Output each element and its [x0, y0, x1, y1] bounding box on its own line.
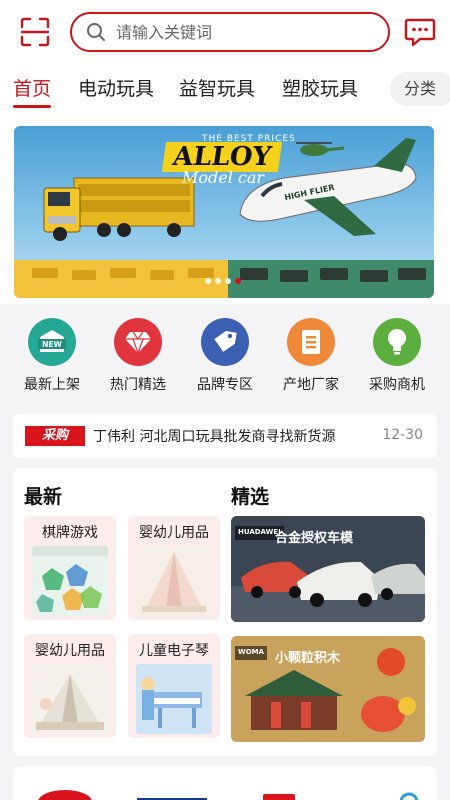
featured-card-alloy-cars[interactable]: HUADAWEI 合金授权车模: [231, 516, 425, 622]
tab-home[interactable]: 首页: [13, 74, 51, 101]
search-bar[interactable]: [70, 12, 390, 52]
tab-educational-toys[interactable]: 益智玩具: [179, 74, 255, 101]
promo-banner[interactable]: THE BEST PRICES ALLOY Model car HIGH FLI…: [14, 126, 434, 298]
entry-latest[interactable]: NEW 最新上架: [14, 318, 90, 394]
card-label: 儿童电子琴: [139, 643, 209, 659]
featured-label: 合金授权车模: [275, 531, 354, 546]
latest-title: 最新: [24, 486, 63, 508]
entry-brand-label: 品牌专区: [197, 377, 253, 393]
play-tent-image: [32, 664, 108, 734]
card-label: 棋牌游戏: [42, 525, 98, 541]
entry-hot[interactable]: 热门精选: [100, 318, 176, 394]
banner-dot[interactable]: [205, 278, 211, 284]
kids-keyboard-image: [136, 664, 212, 734]
latest-card-kids-keyboard[interactable]: 儿童电子琴: [128, 634, 220, 738]
entry-factory[interactable]: 产地厂家: [273, 318, 349, 394]
latest-card-baby-products[interactable]: 婴幼儿用品: [128, 516, 220, 620]
price-tag-icon: [201, 318, 249, 366]
latest-card-board-games[interactable]: 棋牌游戏: [24, 516, 116, 620]
scan-icon[interactable]: [20, 17, 50, 47]
huile-logo[interactable]: [37, 788, 93, 800]
notice-text: 丁伟利 河北周口玩具批发商寻找新货源: [93, 429, 336, 445]
baby-tent-image: [136, 546, 212, 616]
banner-dot[interactable]: [225, 278, 231, 284]
entry-hot-label: 热门精选: [110, 377, 166, 393]
entry-brand[interactable]: 品牌专区: [187, 318, 263, 394]
diamond-icon: [114, 318, 162, 366]
message-icon[interactable]: [404, 17, 436, 47]
brand-logo-3[interactable]: [263, 788, 295, 800]
search-icon: [87, 23, 105, 41]
notice-time: 12-30: [382, 427, 423, 443]
category-tabs: 首页 电动玩具 益智玩具 塑胶玩具 分类: [0, 62, 450, 114]
featured-title: 精选: [231, 486, 270, 508]
category-button[interactable]: 分类: [390, 72, 450, 106]
procurement-notice[interactable]: 采购 丁伟利 河北周口玩具批发商寻找新货源 12-30: [13, 414, 437, 458]
latest-card-baby-products-2[interactable]: 婴幼儿用品: [24, 634, 116, 738]
banner-subtitle: Model car: [182, 168, 265, 187]
active-tab-indicator: [13, 105, 51, 108]
banner-pagination[interactable]: [14, 278, 434, 288]
brand-row: [13, 766, 437, 800]
featured-card-building-blocks[interactable]: WOMA 小颗粒积木: [231, 636, 425, 742]
huanqi-logo[interactable]: [137, 788, 211, 800]
entry-purchase-label: 采购商机: [369, 377, 425, 393]
entry-factory-label: 产地厂家: [283, 377, 339, 393]
latest-featured-section: 最新 精选 棋牌游戏 婴幼儿用品 婴幼儿用品 儿童电子琴 HUADAWEI 合金…: [13, 468, 437, 756]
board-games-image: [32, 546, 108, 616]
featured-label: 小颗粒积木: [275, 651, 341, 666]
top-bar: [0, 0, 450, 62]
entry-purchase[interactable]: 采购商机: [359, 318, 435, 394]
banner-dot[interactable]: [215, 278, 221, 284]
search-input[interactable]: [116, 22, 376, 42]
document-icon: [287, 318, 335, 366]
tab-plastic-toys[interactable]: 塑胶玩具: [282, 74, 358, 101]
procurement-badge: 采购: [25, 426, 85, 446]
banner-dot-active[interactable]: [235, 278, 241, 284]
new-badge-text: NEW: [42, 340, 62, 349]
card-label: 婴幼儿用品: [139, 525, 209, 541]
lightbulb-icon: [373, 318, 421, 366]
woma-logo: WOMA: [235, 646, 268, 660]
entry-latest-label: 最新上架: [24, 377, 80, 393]
card-label: 婴幼儿用品: [35, 643, 105, 659]
tab-electric-toys[interactable]: 电动玩具: [78, 74, 154, 101]
new-tag-icon: NEW: [28, 318, 76, 366]
brand-logo-4[interactable]: [397, 788, 421, 800]
